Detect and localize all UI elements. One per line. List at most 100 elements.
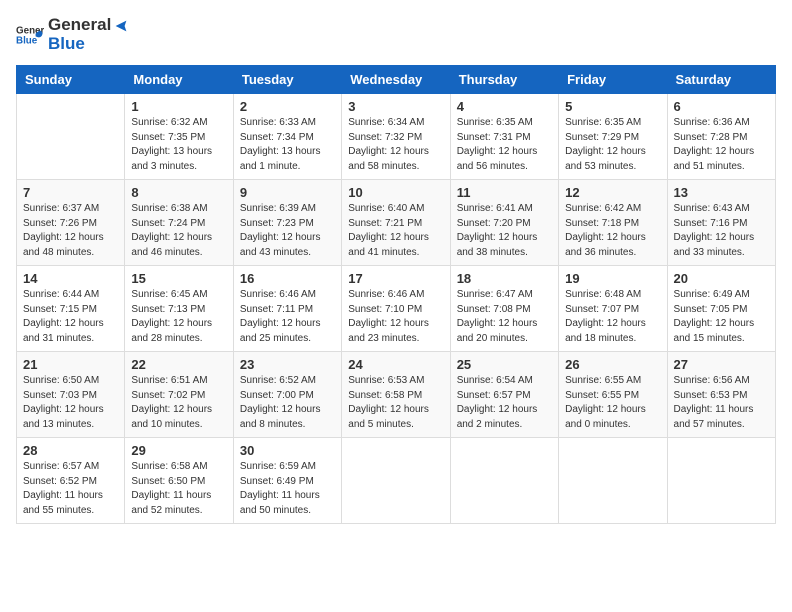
day-info: Sunrise: 6:49 AM Sunset: 7:05 PM Dayligh…	[674, 288, 769, 346]
day-number: 21	[23, 357, 118, 372]
day-number: 22	[131, 357, 226, 372]
day-info: Sunrise: 6:59 AM Sunset: 6:49 PM Dayligh…	[240, 460, 335, 518]
calendar-day-7: 7 Sunrise: 6:37 AM Sunset: 7:26 PM Daylig…	[17, 180, 125, 266]
weekday-header-thursday: Thursday	[450, 66, 558, 94]
calendar-day-11: 11Sunrise: 6:41 AM Sunset: 7:20 PM Dayli…	[450, 180, 558, 266]
day-info: Sunrise: 6:42 AM Sunset: 7:18 PM Dayligh…	[565, 202, 660, 260]
calendar-day-26: 26Sunrise: 6:55 AM Sunset: 6:55 PM Dayli…	[559, 352, 667, 438]
day-info: Sunrise: 6:32 AM Sunset: 7:35 PM Dayligh…	[131, 116, 226, 174]
day-info: Sunrise: 6:48 AM Sunset: 7:07 PM Dayligh…	[565, 288, 660, 346]
weekday-header-saturday: Saturday	[667, 66, 775, 94]
logo-blue-text: Blue	[48, 35, 131, 54]
day-info: Sunrise: 6:35 AM Sunset: 7:29 PM Dayligh…	[565, 116, 660, 174]
calendar-day-13: 13Sunrise: 6:43 AM Sunset: 7:16 PM Dayli…	[667, 180, 775, 266]
logo-arrow-icon	[112, 17, 130, 35]
calendar-day-23: 23 Sunrise: 6:52 AM Sunset: 7:00 PM Dayli…	[233, 352, 341, 438]
day-number: 25	[457, 357, 552, 372]
calendar-day-19: 19Sunrise: 6:48 AM Sunset: 7:07 PM Dayli…	[559, 266, 667, 352]
day-info: Sunrise: 6:43 AM Sunset: 7:16 PM Dayligh…	[674, 202, 769, 260]
day-number: 24	[348, 357, 443, 372]
day-number: 20	[674, 271, 769, 286]
day-info: Sunrise: 6:38 AM Sunset: 7:24 PM Dayligh…	[131, 202, 226, 260]
day-number: 4	[457, 99, 552, 114]
day-info: Sunrise: 6:40 AM Sunset: 7:21 PM Dayligh…	[348, 202, 443, 260]
calendar-table: SundayMondayTuesdayWednesdayThursdayFrid…	[16, 65, 776, 524]
day-info: Sunrise: 6:45 AM Sunset: 7:13 PM Dayligh…	[131, 288, 226, 346]
day-number: 29	[131, 443, 226, 458]
day-info: Sunrise: 6:46 AM Sunset: 7:10 PM Dayligh…	[348, 288, 443, 346]
day-number: 6	[674, 99, 769, 114]
calendar-day-3: 3Sunrise: 6:34 AM Sunset: 7:32 PM Daylig…	[342, 94, 450, 180]
calendar-day-1: 1 Sunrise: 6:32 AM Sunset: 7:35 PM Daylig…	[125, 94, 233, 180]
empty-cell	[667, 438, 775, 524]
weekday-header-friday: Friday	[559, 66, 667, 94]
empty-cell	[559, 438, 667, 524]
calendar-day-5: 5 Sunrise: 6:35 AM Sunset: 7:29 PM Daylig…	[559, 94, 667, 180]
calendar-day-4: 4Sunrise: 6:35 AM Sunset: 7:31 PM Daylig…	[450, 94, 558, 180]
day-info: Sunrise: 6:54 AM Sunset: 6:57 PM Dayligh…	[457, 374, 552, 432]
calendar-day-2: 2 Sunrise: 6:33 AM Sunset: 7:34 PM Daylig…	[233, 94, 341, 180]
calendar-day-16: 16Sunrise: 6:46 AM Sunset: 7:11 PM Dayli…	[233, 266, 341, 352]
calendar-day-22: 22 Sunrise: 6:51 AM Sunset: 7:02 PM Dayli…	[125, 352, 233, 438]
weekday-header-tuesday: Tuesday	[233, 66, 341, 94]
day-info: Sunrise: 6:52 AM Sunset: 7:00 PM Dayligh…	[240, 374, 335, 432]
day-number: 26	[565, 357, 660, 372]
day-number: 5	[565, 99, 660, 114]
day-info: Sunrise: 6:50 AM Sunset: 7:03 PM Dayligh…	[23, 374, 118, 432]
weekday-row: SundayMondayTuesdayWednesdayThursdayFrid…	[17, 66, 776, 94]
day-info: Sunrise: 6:53 AM Sunset: 6:58 PM Dayligh…	[348, 374, 443, 432]
logo-general-text: General	[48, 15, 111, 34]
day-info: Sunrise: 6:56 AM Sunset: 6:53 PM Dayligh…	[674, 374, 769, 432]
day-info: Sunrise: 6:33 AM Sunset: 7:34 PM Dayligh…	[240, 116, 335, 174]
logo: General Blue General Blue	[16, 16, 131, 53]
calendar-week-2: 7 Sunrise: 6:37 AM Sunset: 7:26 PM Daylig…	[17, 180, 776, 266]
day-number: 2	[240, 99, 335, 114]
day-number: 9	[240, 185, 335, 200]
page-header: General Blue General Blue	[16, 16, 776, 53]
calendar-day-14: 14 Sunrise: 6:44 AM Sunset: 7:15 PM Dayli…	[17, 266, 125, 352]
calendar-day-25: 25 Sunrise: 6:54 AM Sunset: 6:57 PM Dayli…	[450, 352, 558, 438]
day-number: 3	[348, 99, 443, 114]
calendar-day-6: 6Sunrise: 6:36 AM Sunset: 7:28 PM Daylig…	[667, 94, 775, 180]
calendar-day-12: 12 Sunrise: 6:42 AM Sunset: 7:18 PM Dayli…	[559, 180, 667, 266]
day-info: Sunrise: 6:47 AM Sunset: 7:08 PM Dayligh…	[457, 288, 552, 346]
day-info: Sunrise: 6:37 AM Sunset: 7:26 PM Dayligh…	[23, 202, 118, 260]
day-info: Sunrise: 6:44 AM Sunset: 7:15 PM Dayligh…	[23, 288, 118, 346]
calendar-week-4: 21 Sunrise: 6:50 AM Sunset: 7:03 PM Dayli…	[17, 352, 776, 438]
calendar-day-30: 30Sunrise: 6:59 AM Sunset: 6:49 PM Dayli…	[233, 438, 341, 524]
day-number: 23	[240, 357, 335, 372]
empty-cell	[17, 94, 125, 180]
day-number: 18	[457, 271, 552, 286]
day-number: 8	[131, 185, 226, 200]
day-number: 10	[348, 185, 443, 200]
day-number: 7	[23, 185, 118, 200]
logo-icon: General Blue	[16, 21, 44, 49]
day-number: 15	[131, 271, 226, 286]
weekday-header-monday: Monday	[125, 66, 233, 94]
calendar-day-18: 18 Sunrise: 6:47 AM Sunset: 7:08 PM Dayli…	[450, 266, 558, 352]
empty-cell	[450, 438, 558, 524]
calendar-day-20: 20 Sunrise: 6:49 AM Sunset: 7:05 PM Dayli…	[667, 266, 775, 352]
day-number: 12	[565, 185, 660, 200]
day-number: 14	[23, 271, 118, 286]
day-info: Sunrise: 6:57 AM Sunset: 6:52 PM Dayligh…	[23, 460, 118, 518]
calendar-day-21: 21 Sunrise: 6:50 AM Sunset: 7:03 PM Dayli…	[17, 352, 125, 438]
empty-cell	[342, 438, 450, 524]
day-info: Sunrise: 6:51 AM Sunset: 7:02 PM Dayligh…	[131, 374, 226, 432]
day-number: 17	[348, 271, 443, 286]
calendar-week-5: 28 Sunrise: 6:57 AM Sunset: 6:52 PM Dayli…	[17, 438, 776, 524]
calendar-week-1: 1 Sunrise: 6:32 AM Sunset: 7:35 PM Daylig…	[17, 94, 776, 180]
calendar-day-15: 15 Sunrise: 6:45 AM Sunset: 7:13 PM Dayli…	[125, 266, 233, 352]
day-info: Sunrise: 6:46 AM Sunset: 7:11 PM Dayligh…	[240, 288, 335, 346]
calendar-body: 1 Sunrise: 6:32 AM Sunset: 7:35 PM Daylig…	[17, 94, 776, 524]
day-number: 28	[23, 443, 118, 458]
svg-text:Blue: Blue	[16, 35, 38, 46]
calendar-day-8: 8 Sunrise: 6:38 AM Sunset: 7:24 PM Daylig…	[125, 180, 233, 266]
weekday-header-wednesday: Wednesday	[342, 66, 450, 94]
calendar-day-29: 29Sunrise: 6:58 AM Sunset: 6:50 PM Dayli…	[125, 438, 233, 524]
day-info: Sunrise: 6:41 AM Sunset: 7:20 PM Dayligh…	[457, 202, 552, 260]
calendar-day-28: 28 Sunrise: 6:57 AM Sunset: 6:52 PM Dayli…	[17, 438, 125, 524]
calendar-day-24: 24 Sunrise: 6:53 AM Sunset: 6:58 PM Dayli…	[342, 352, 450, 438]
day-number: 1	[131, 99, 226, 114]
weekday-header-sunday: Sunday	[17, 66, 125, 94]
